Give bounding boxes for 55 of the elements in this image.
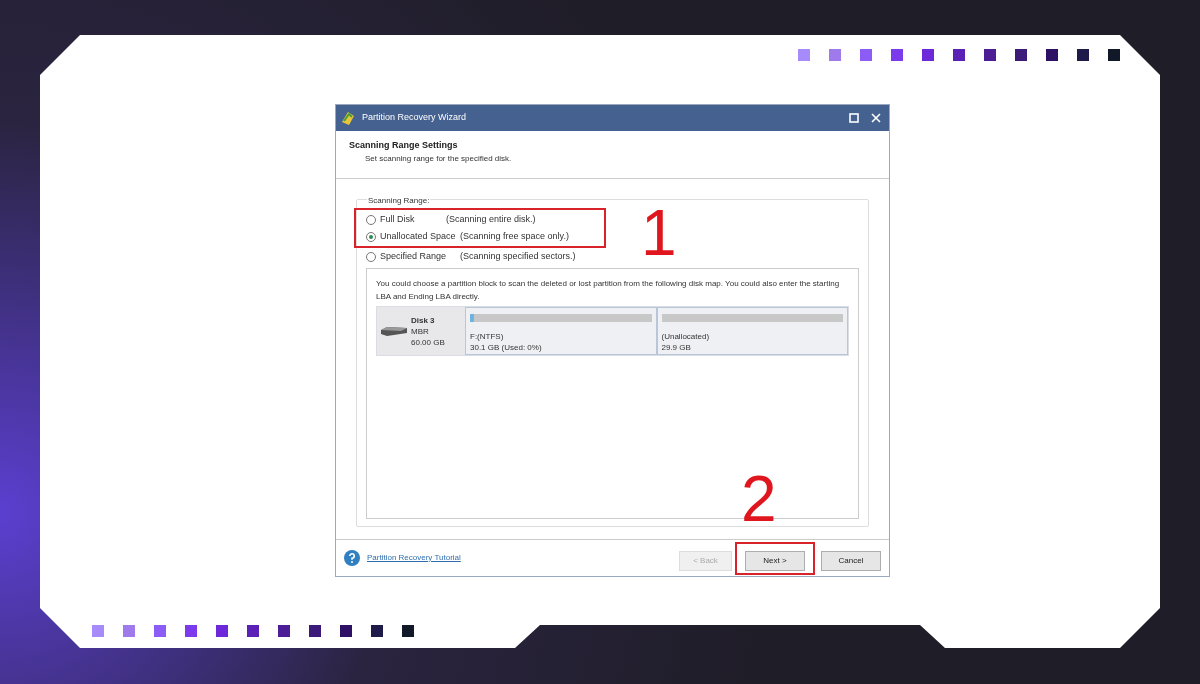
dialog-button[interactable]: Cancel [821,550,881,571]
radio-description: (Scanning free space only.) [460,229,569,243]
decor-square [371,625,383,637]
decor-square [829,49,841,61]
annotation-number: 1 [641,201,677,265]
dialog-button[interactable]: Next > [745,550,805,571]
disk-name: Disk 3 [411,314,436,326]
close-icon[interactable] [871,113,881,123]
decor-square [891,49,903,61]
decor-square [1108,49,1120,61]
partition-label: F:(NTFS) [470,331,505,342]
decor-square [953,49,965,61]
app-logo-icon [340,110,356,126]
radio-label[interactable]: Full Disk [380,212,446,227]
disk-type: MBR [411,325,430,337]
group-label: Scanning Range: [367,195,431,207]
decor-square [922,49,934,61]
annotation-number: 2 [741,467,777,531]
hard-drive-icon [380,325,408,337]
partition-label: (Unallocated) [661,331,711,342]
decor-square [402,625,414,637]
radio-label[interactable]: Specified Range [380,249,460,264]
decor-square [1077,49,1089,61]
radio-button[interactable] [366,251,376,262]
radio-label[interactable]: Unallocated Space [380,229,460,244]
page-subtitle: Set scanning range for the specified disk. [364,152,513,165]
window-title: Partition Recovery Wizard [362,111,468,125]
decor-square [798,49,810,61]
decor-square [340,625,352,637]
disk-size: 60.00 GB [411,336,445,348]
decor-square [278,625,290,637]
decor-square [247,625,259,637]
decor-square [154,625,166,637]
decor-square [185,625,197,637]
maximize-icon[interactable] [849,113,859,123]
decor-square [123,625,135,637]
partition-detail: 30.1 GB (Used: 0%) [470,342,543,353]
decor-square [309,625,321,637]
radio-description: (Scanning specified sectors.) [460,249,576,263]
partition-block[interactable]: F:(NTFS) 30.1 GB (Used: 0%) [465,307,657,355]
decor-square [1015,49,1027,61]
instructions-text: You could choose a partition block to scan the deleted or lost partition from the following disk map. You could also enter the starting LBA and Ending LBA directly. [376,278,841,303]
decor-square [92,625,104,637]
radio-description: (Scanning entire disk.) [446,212,536,226]
tutorial-link[interactable]: Partition Recovery Tutorial [367,552,673,564]
page-heading: Scanning Range Settings [349,139,459,152]
radio-button[interactable] [366,214,376,225]
radio-button[interactable] [366,231,376,242]
partition-detail: 29.9 GB [661,342,692,353]
decor-square [216,625,228,637]
decor-square [1046,49,1058,61]
partition-block[interactable]: (Unallocated) 29.9 GB [656,307,848,355]
decor-square [860,49,872,61]
decor-square [984,49,996,61]
help-icon[interactable] [344,550,360,566]
